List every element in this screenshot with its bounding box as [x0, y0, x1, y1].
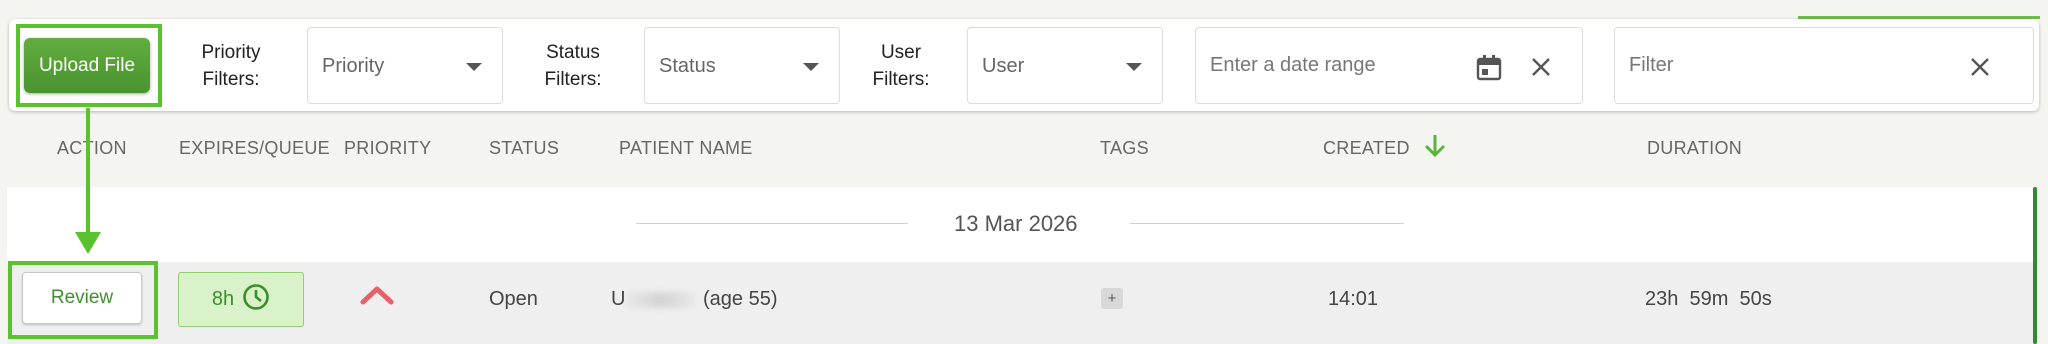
status-filters-label-line1: Status	[546, 42, 600, 63]
arrow-down-icon[interactable]	[1423, 133, 1447, 164]
column-header-status[interactable]: STATUS	[489, 138, 559, 159]
expires-badge: 8h	[178, 272, 304, 327]
duration-value: 23h 59m 50s	[1645, 288, 1772, 310]
user-filters-label: User Filters:	[866, 39, 936, 93]
priority-high-chevron-up-icon	[359, 284, 395, 311]
chevron-down-icon	[1126, 63, 1142, 71]
column-header-created[interactable]: CREATED	[1323, 138, 1410, 159]
patient-name-cell[interactable]: U (age 55)	[611, 288, 778, 311]
status-select-value: Status	[659, 55, 716, 77]
user-filters-label-line2: Filters:	[872, 69, 930, 90]
user-select[interactable]: User	[967, 27, 1163, 104]
date-divider-left	[636, 223, 908, 224]
column-header-patient-name[interactable]: PATIENT NAME	[619, 138, 753, 159]
priority-filters-label-line2: Filters:	[202, 69, 260, 90]
priority-filters-label: Priority Filters:	[190, 39, 272, 93]
chevron-down-icon	[466, 63, 482, 71]
annotation-arrow-head	[75, 232, 101, 254]
status-filters-label: Status Filters:	[538, 39, 608, 93]
patient-initial: U	[611, 288, 626, 310]
annotation-highlight-review	[8, 261, 158, 339]
worklist-page: Upload File Priority Filters: Priority S…	[0, 0, 2048, 344]
column-header-tags: TAGS	[1100, 138, 1149, 158]
expires-value: 8h	[211, 288, 235, 310]
user-select-value: User	[982, 55, 1025, 77]
priority-select-value: Priority	[322, 55, 385, 77]
add-tag-button[interactable]: +	[1101, 288, 1123, 309]
clock-icon	[242, 283, 270, 317]
annotation-arrow-line	[86, 108, 90, 236]
created-value: 14:01	[1328, 288, 1379, 310]
status-filters-label-line2: Filters:	[544, 69, 602, 90]
column-header-priority[interactable]: PRIORITY	[344, 138, 431, 159]
date-divider-right	[1130, 223, 1404, 224]
priority-select[interactable]: Priority	[307, 27, 503, 104]
close-icon[interactable]	[1968, 55, 1992, 79]
priority-filters-label-line1: Priority	[201, 42, 261, 63]
patient-age: (age 55)	[703, 288, 778, 310]
annotation-highlight-upload	[16, 24, 162, 107]
filter-input[interactable]	[1629, 28, 1959, 103]
redacted-name	[627, 291, 696, 308]
user-filters-label-line1: User	[880, 42, 922, 63]
status-select[interactable]: Status	[644, 27, 840, 104]
close-icon[interactable]	[1529, 55, 1553, 79]
column-header-action: ACTION	[57, 138, 127, 158]
date-range-input[interactable]	[1210, 28, 1460, 103]
date-range-field	[1195, 27, 1583, 104]
date-group-label: 13 Mar 2026	[954, 211, 1078, 236]
column-header-expires-queue[interactable]: EXPIRES/QUEUE	[179, 138, 330, 159]
vertical-scrollbar[interactable]	[2033, 187, 2037, 344]
column-header-duration[interactable]: DURATION	[1647, 138, 1742, 159]
calendar-icon[interactable]	[1474, 52, 1504, 82]
filter-field	[1614, 27, 2034, 104]
chevron-down-icon	[803, 63, 819, 71]
status-value: Open	[489, 288, 538, 310]
